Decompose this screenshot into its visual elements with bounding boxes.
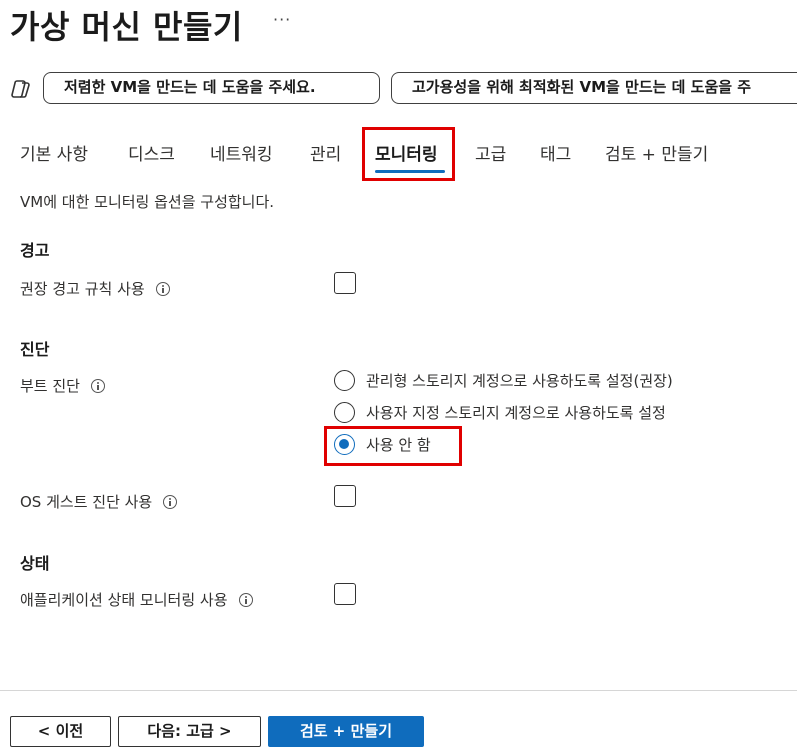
app-health-row: 애플리케이션 상태 모니터링 사용 — [20, 589, 253, 610]
page-title: 가상 머신 만들기 — [10, 8, 243, 46]
tab-review-create[interactable]: 검토 + 만들기 — [605, 140, 708, 165]
boot-diagnostics-row: 부트 진단 — [20, 375, 105, 396]
guest-os-diagnostics-label: OS 게스트 진단 사용 — [20, 493, 153, 511]
app-health-label: 애플리케이션 상태 모니터링 사용 — [20, 591, 228, 609]
radio-button[interactable] — [334, 402, 355, 423]
highlight-box-monitoring-tab — [362, 127, 455, 181]
boot-diagnostics-label: 부트 진단 — [20, 377, 80, 395]
tab-networking[interactable]: 네트워킹 — [210, 140, 273, 165]
highlight-box-disable-option — [324, 426, 462, 466]
app-health-checkbox[interactable] — [334, 583, 356, 605]
recommended-alerts-checkbox[interactable] — [334, 272, 356, 294]
info-icon[interactable] — [238, 592, 253, 607]
info-icon[interactable] — [90, 378, 105, 393]
recommended-alerts-row: 권장 경고 규칙 사용 — [20, 278, 170, 299]
guest-os-diagnostics-row: OS 게스트 진단 사용 — [20, 491, 178, 512]
boot-option-managed[interactable]: 관리형 스토리지 계정으로 사용하도록 설정(권장) — [334, 370, 673, 391]
diagnostics-heading: 진단 — [20, 340, 50, 359]
boot-option-custom[interactable]: 사용자 지정 스토리지 계정으로 사용하도록 설정 — [334, 402, 666, 423]
review-create-button[interactable]: 검토 + 만들기 — [268, 716, 424, 747]
info-icon[interactable] — [163, 494, 178, 509]
radio-button[interactable] — [334, 370, 355, 391]
footer-divider — [0, 690, 797, 691]
health-heading: 상태 — [20, 554, 50, 573]
page-description: VM에 대한 모니터링 옵션을 구성합니다. — [20, 193, 275, 211]
suggestion-ha-vm-button[interactable]: 고가용성을 위해 최적화된 VM을 만드는 데 도움을 주 — [391, 72, 797, 104]
suggestion-cheap-vm-button[interactable]: 저렴한 VM을 만드는 데 도움을 주세요. — [43, 72, 380, 104]
tab-tags[interactable]: 태그 — [540, 140, 571, 165]
previous-button[interactable]: < 이전 — [10, 716, 111, 747]
copilot-icon — [10, 78, 32, 100]
alerts-heading: 경고 — [20, 241, 50, 260]
more-options-icon[interactable]: ··· — [273, 10, 291, 29]
tab-management[interactable]: 관리 — [310, 140, 341, 165]
boot-option-managed-label: 관리형 스토리지 계정으로 사용하도록 설정(권장) — [366, 372, 673, 390]
recommended-alerts-label: 권장 경고 규칙 사용 — [20, 280, 145, 298]
next-advanced-button[interactable]: 다음: 고급 > — [118, 716, 261, 747]
info-icon[interactable] — [155, 281, 170, 296]
guest-os-diagnostics-checkbox[interactable] — [334, 485, 356, 507]
tab-disks[interactable]: 디스크 — [128, 140, 175, 165]
tab-advanced[interactable]: 고급 — [475, 140, 506, 165]
tab-basics[interactable]: 기본 사항 — [20, 140, 88, 165]
boot-option-custom-label: 사용자 지정 스토리지 계정으로 사용하도록 설정 — [366, 404, 666, 422]
